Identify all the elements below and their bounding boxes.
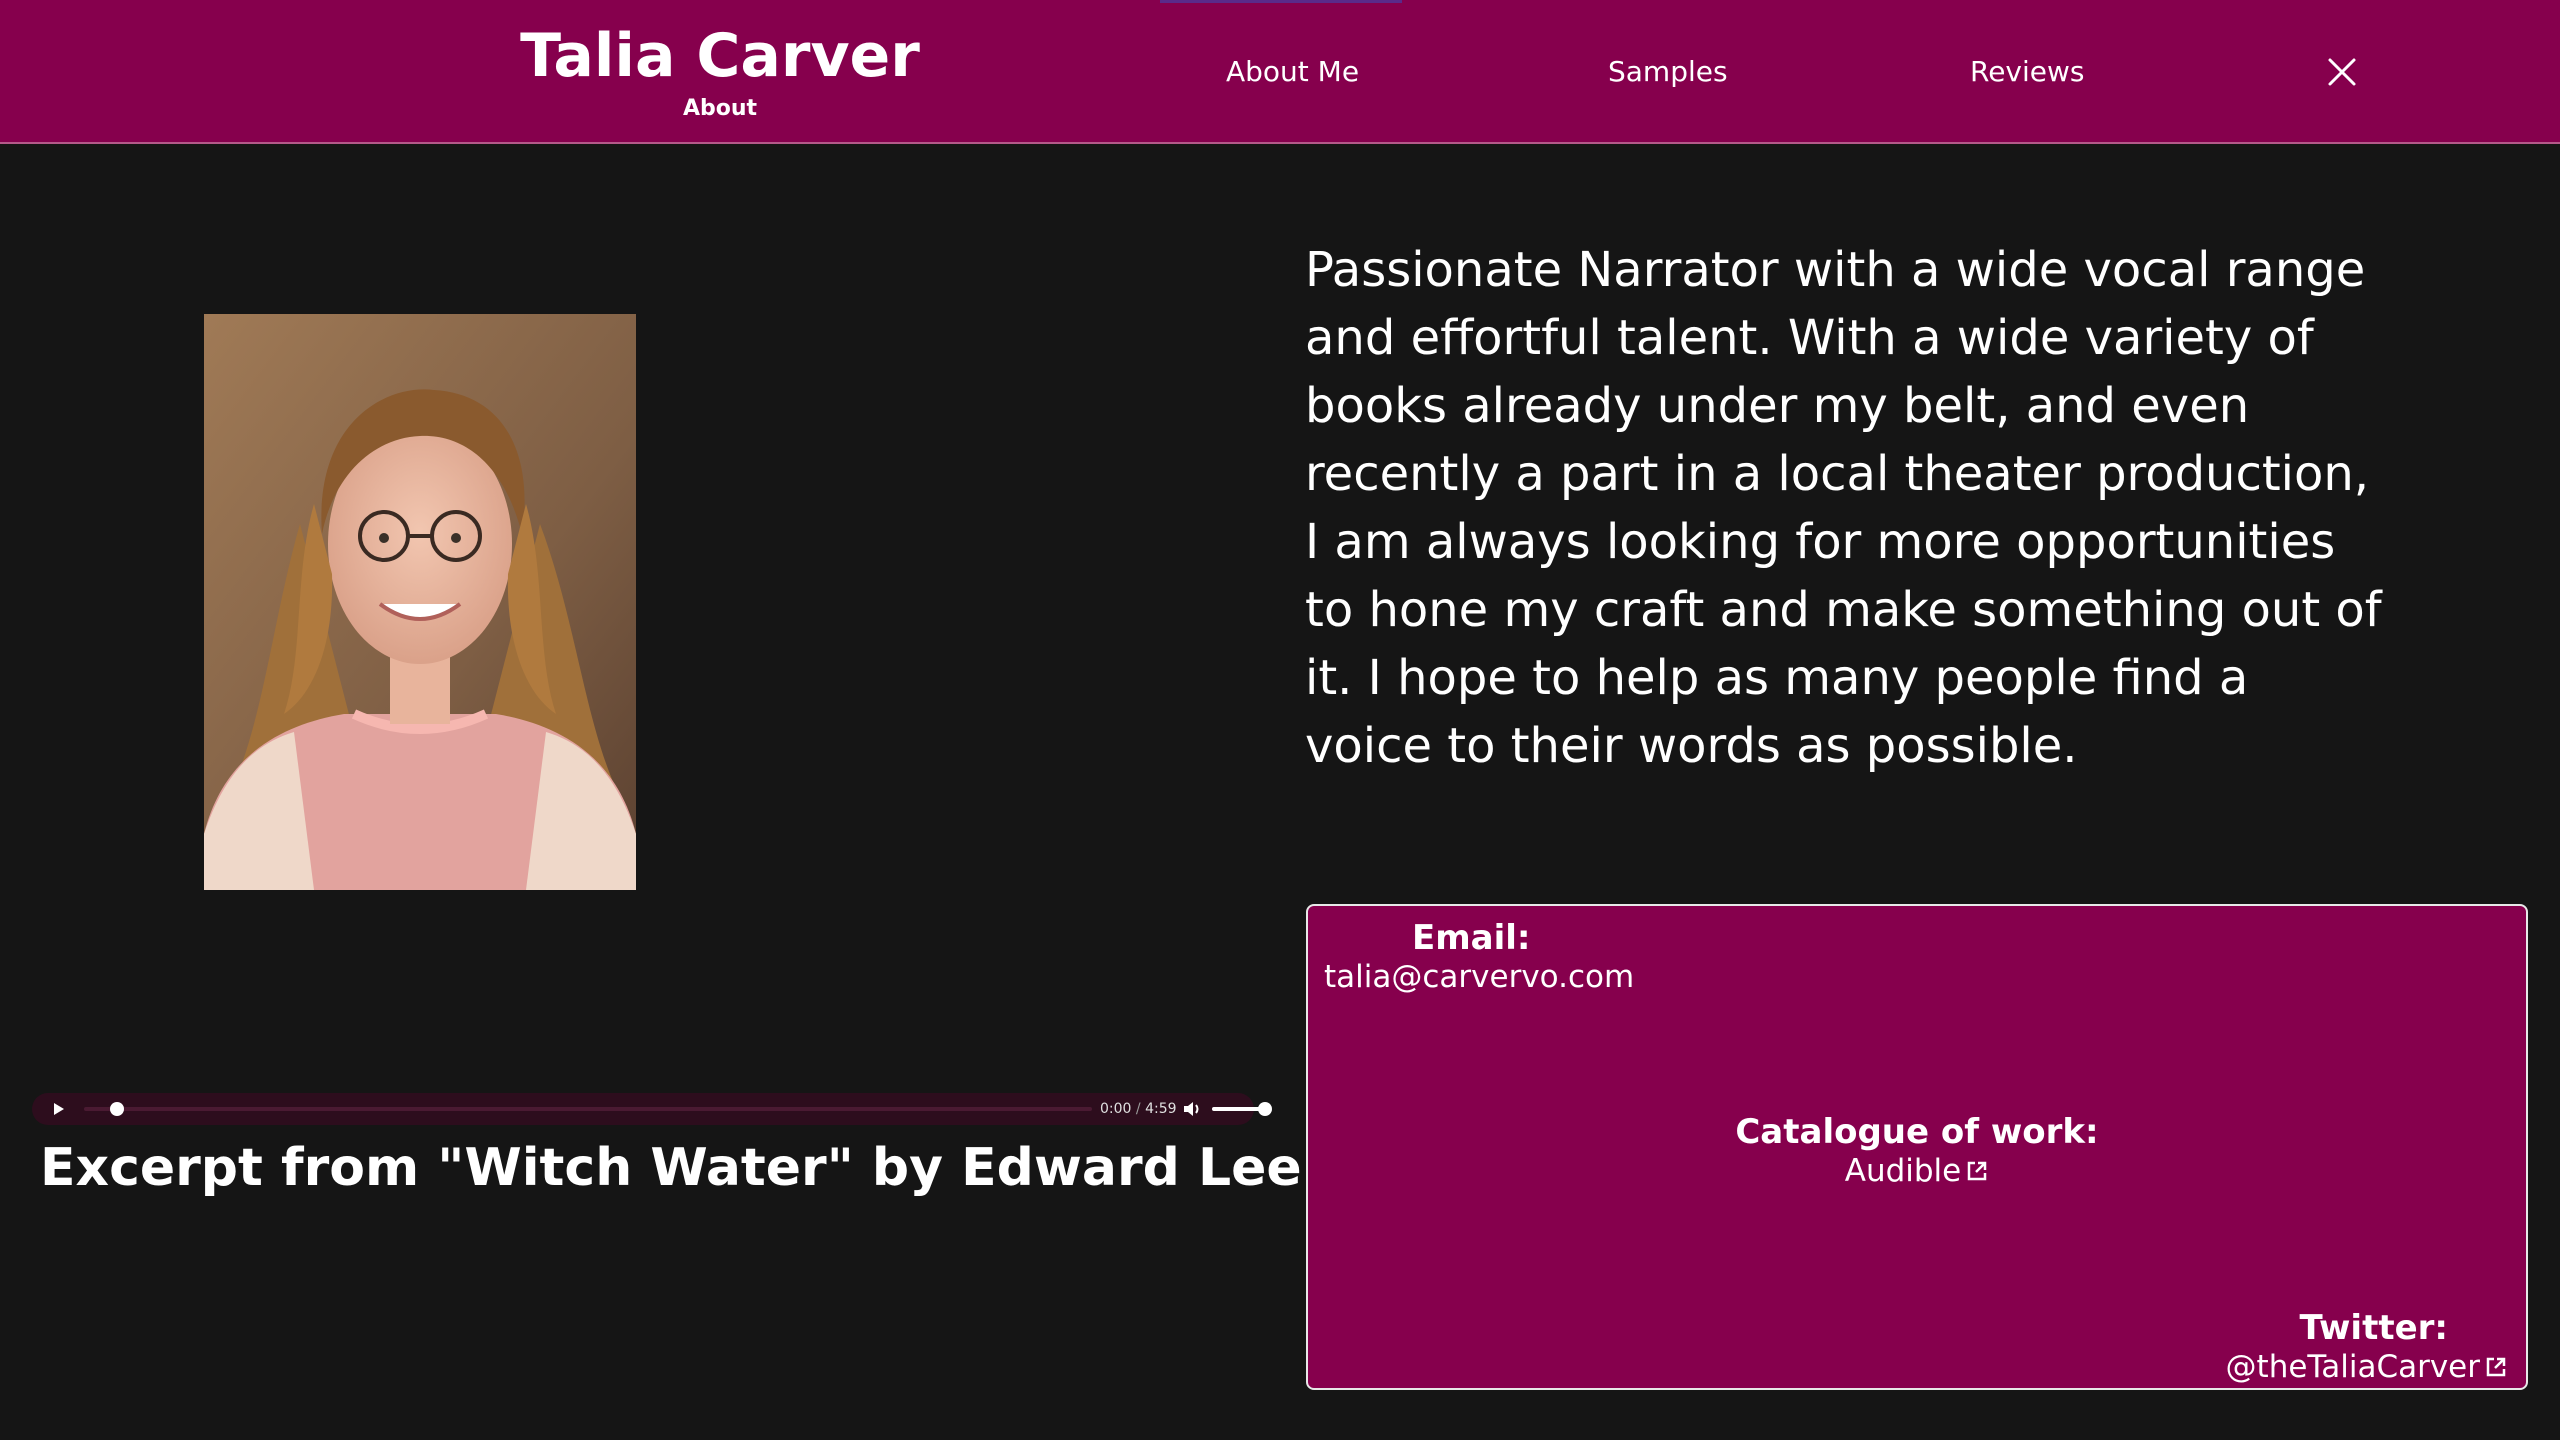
- profile-photo: [204, 314, 636, 890]
- audio-time: 0:00 / 4:59: [1100, 1099, 1177, 1119]
- external-link-icon: [2484, 1350, 2508, 1377]
- header-accent-bar: [1160, 0, 1402, 3]
- twitter-link-text: @theTaliaCarver: [2225, 1349, 2480, 1385]
- twitter-block: Twitter: @theTaliaCarver: [2226, 1308, 2508, 1386]
- nav-samples[interactable]: Samples: [1608, 52, 1728, 92]
- audio-seek-handle[interactable]: [110, 1102, 124, 1116]
- email-label: Email:: [1412, 918, 1531, 958]
- audio-duration: 4:59: [1145, 1101, 1177, 1117]
- email-link[interactable]: talia@carvervo.com: [1324, 958, 1634, 996]
- twitter-label: Twitter:: [2299, 1308, 2448, 1348]
- close-icon[interactable]: [2324, 54, 2360, 90]
- nav-reviews[interactable]: Reviews: [1970, 52, 2085, 92]
- site-header: Talia Carver About About Me Samples Revi…: [0, 0, 2560, 144]
- site-title[interactable]: Talia Carver: [470, 14, 970, 98]
- play-icon[interactable]: [50, 1101, 66, 1117]
- bio-text: Passionate Narrator with a wide vocal ra…: [1305, 242, 2382, 774]
- volume-icon[interactable]: [1182, 1099, 1202, 1119]
- catalogue-label: Catalogue of work:: [1735, 1112, 2099, 1152]
- sample-caption: Excerpt from "Witch Water" by Edward Lee: [40, 1138, 1302, 1198]
- contact-card: Email: talia@carvervo.com Catalogue of w…: [1306, 904, 2528, 1390]
- audio-seek-track[interactable]: [84, 1107, 1092, 1111]
- brand: Talia Carver About: [470, 14, 970, 124]
- twitter-link[interactable]: @theTaliaCarver: [2226, 1349, 2508, 1385]
- external-link-icon: [1965, 1154, 1989, 1181]
- audio-time-separator: /: [1135, 1101, 1141, 1117]
- nav-about-me[interactable]: About Me: [1226, 52, 1359, 92]
- volume-slider[interactable]: [1212, 1107, 1264, 1111]
- catalogue-link[interactable]: Audible: [1845, 1153, 1990, 1189]
- volume-handle[interactable]: [1258, 1102, 1272, 1116]
- audio-current-time: 0:00: [1100, 1101, 1132, 1117]
- catalogue-block: Catalogue of work: Audible: [1308, 1112, 2526, 1190]
- site-subtitle: About: [682, 96, 758, 121]
- catalogue-link-text: Audible: [1844, 1153, 1962, 1189]
- audio-player[interactable]: 0:00 / 4:59: [32, 1093, 1272, 1125]
